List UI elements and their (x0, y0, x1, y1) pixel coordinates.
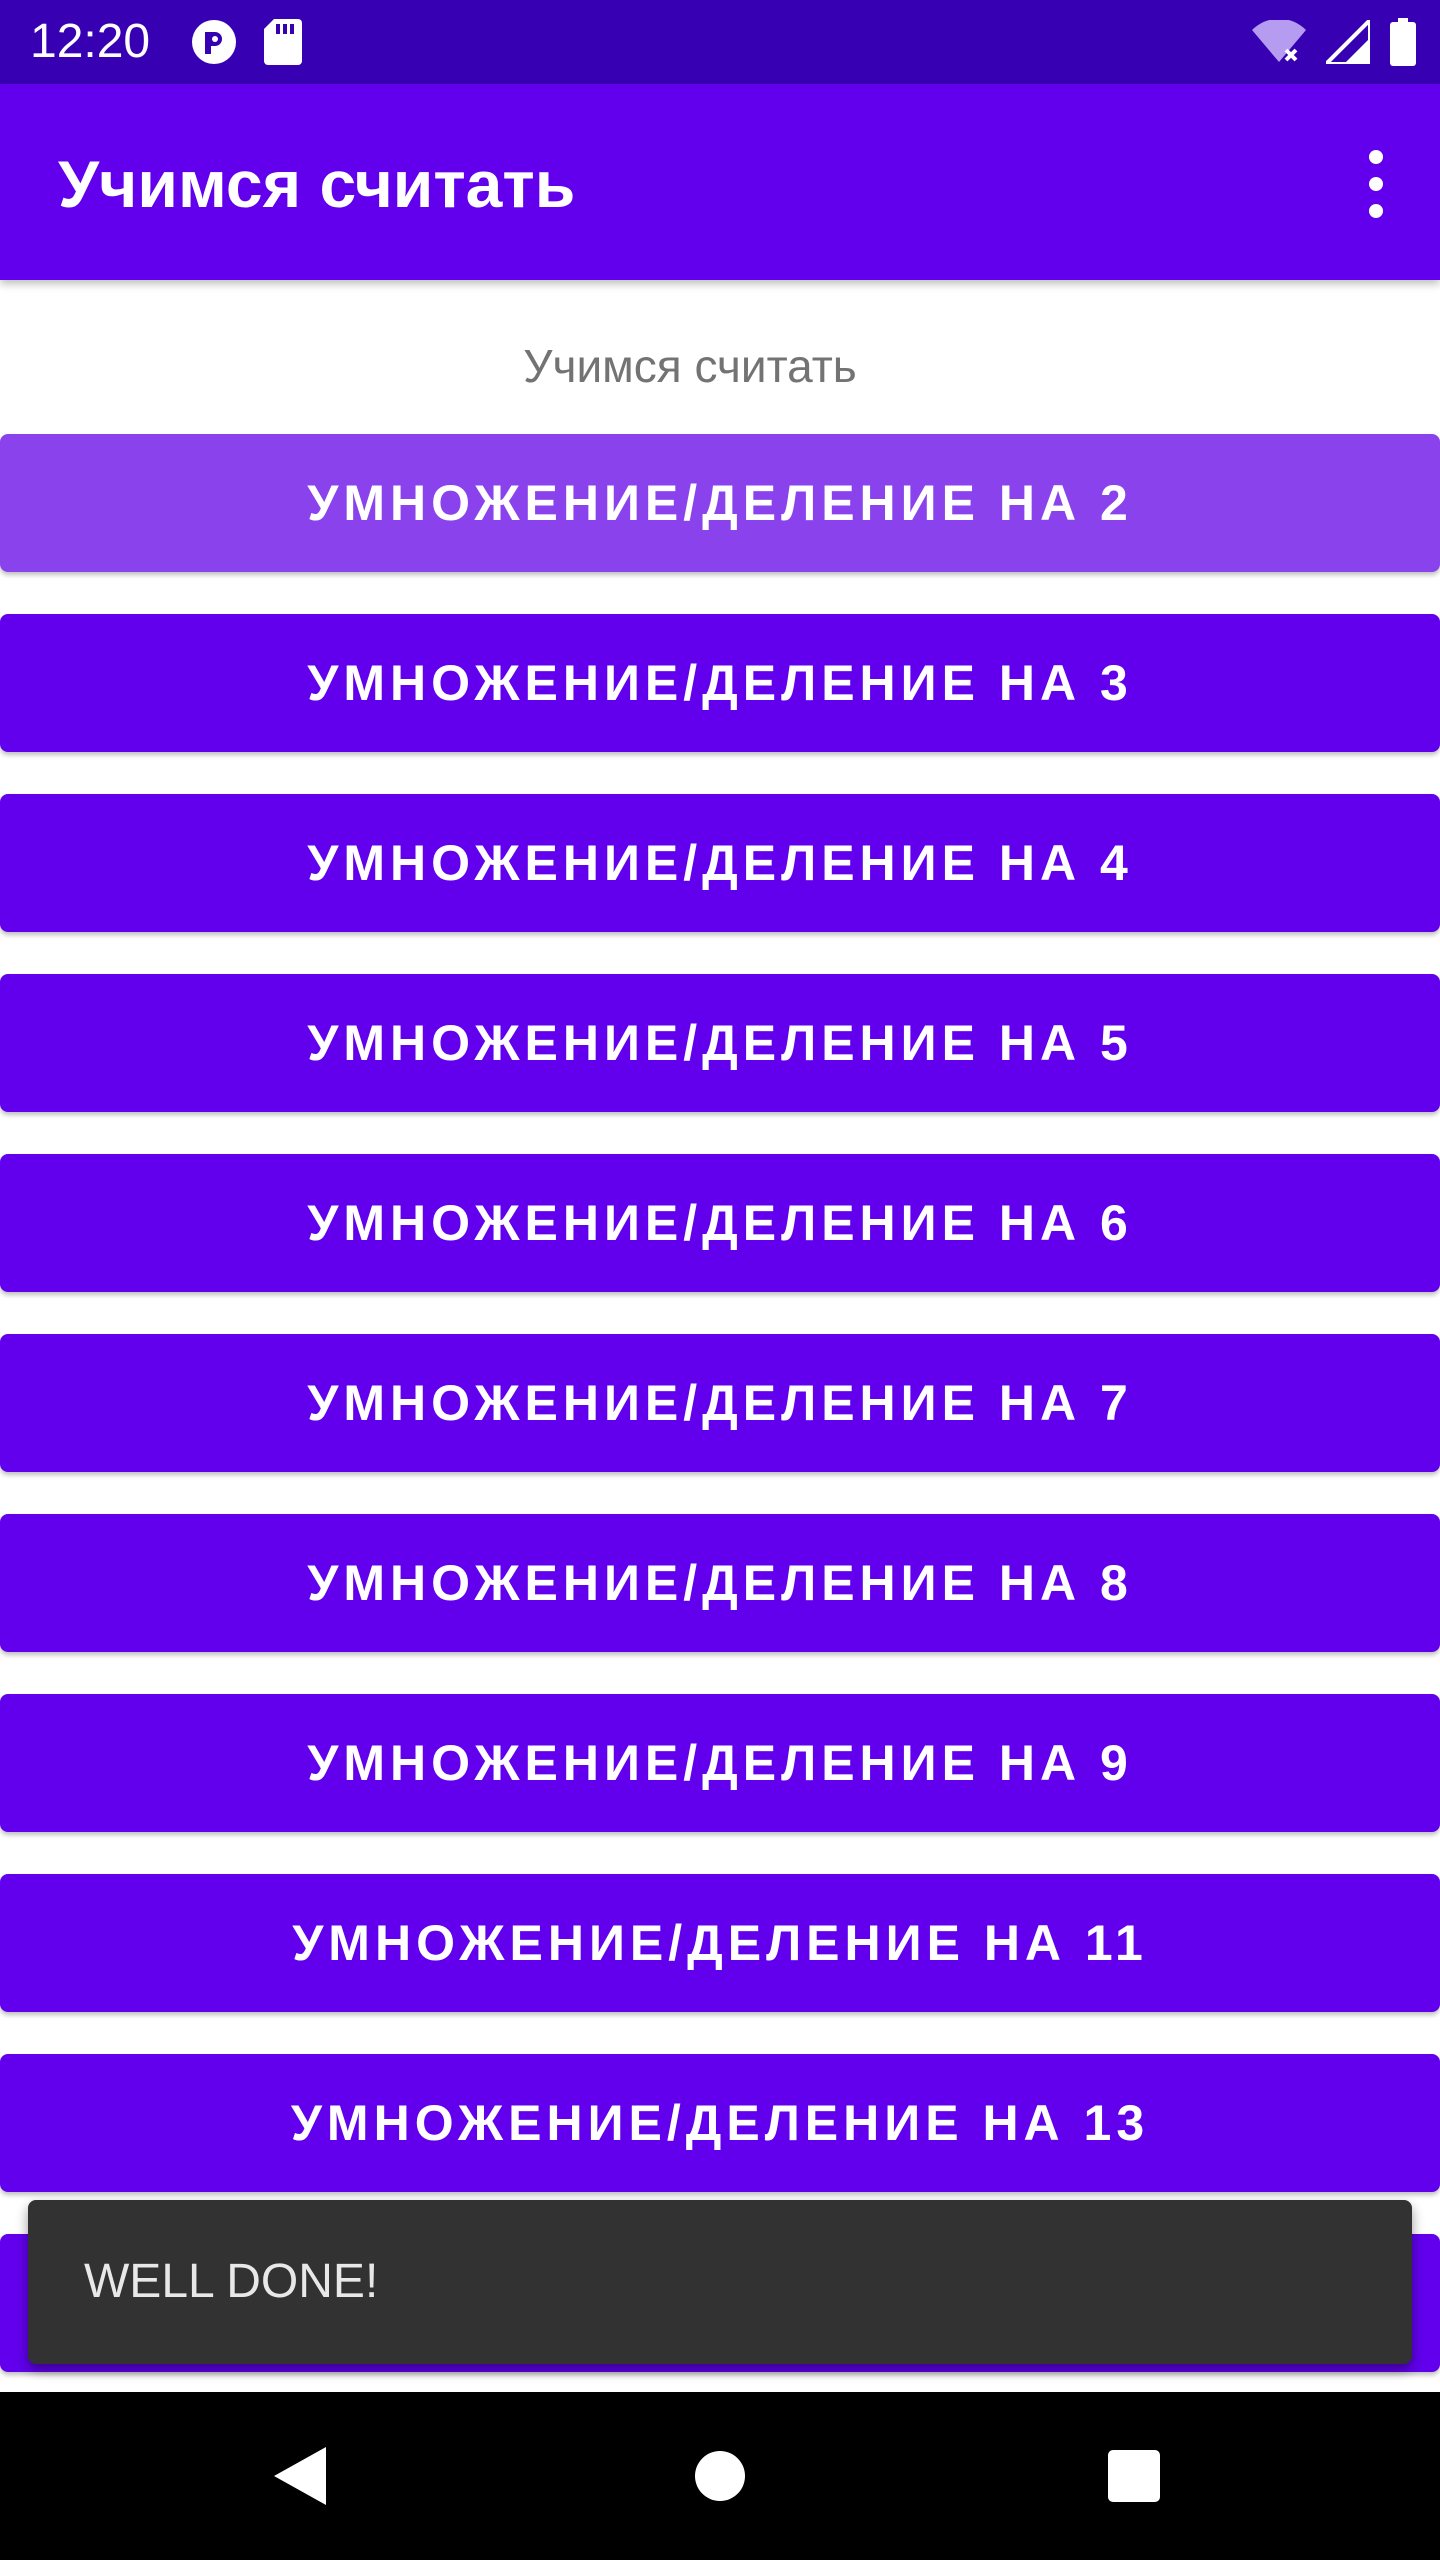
multiply-divide-6-button[interactable]: УМНОЖЕНИЕ/ДЕЛЕНИЕ НА 6 (0, 1154, 1440, 1292)
sd-card-icon (264, 19, 302, 70)
more-vert-icon[interactable] (1352, 150, 1400, 218)
status-right-icons (1252, 15, 1416, 71)
status-left-icons (190, 18, 302, 71)
status-bar: 12:20 (0, 0, 1440, 84)
sync-icon (190, 18, 238, 71)
multiply-divide-4-button[interactable]: УМНОЖЕНИЕ/ДЕЛЕНИЕ НА 4 (0, 794, 1440, 932)
multiply-divide-7-button[interactable]: УМНОЖЕНИЕ/ДЕЛЕНИЕ НА 7 (0, 1334, 1440, 1472)
page-subtitle: Учимся считать (523, 340, 857, 392)
back-icon[interactable] (220, 2392, 380, 2560)
status-time: 12:20 (30, 15, 151, 68)
menu-dot (1369, 177, 1383, 191)
app-title: Учимся считать (58, 147, 576, 221)
multiply-divide-9-button[interactable]: УМНОЖЕНИЕ/ДЕЛЕНИЕ НА 9 (0, 1694, 1440, 1832)
menu-dot (1369, 204, 1383, 218)
snackbar: WELL DONE! (28, 2200, 1412, 2364)
snackbar-message: WELL DONE! (84, 2255, 379, 2308)
multiply-divide-3-button[interactable]: УМНОЖЕНИЕ/ДЕЛЕНИЕ НА 3 (0, 614, 1440, 752)
navigation-bar (0, 2392, 1440, 2560)
multiply-divide-13-button[interactable]: УМНОЖЕНИЕ/ДЕЛЕНИЕ НА 13 (0, 2054, 1440, 2192)
multiply-divide-8-button[interactable]: УМНОЖЕНИЕ/ДЕЛЕНИЕ НА 8 (0, 1514, 1440, 1652)
signal-icon (1321, 15, 1372, 69)
battery-icon (1390, 18, 1416, 71)
wifi-icon (1252, 18, 1306, 69)
recents-icon[interactable] (1054, 2392, 1214, 2560)
menu-dot (1369, 150, 1383, 164)
multiply-divide-2-button[interactable]: УМНОЖЕНИЕ/ДЕЛЕНИЕ НА 2 (0, 434, 1440, 572)
home-icon[interactable] (640, 2392, 800, 2560)
multiply-divide-11-button[interactable]: УМНОЖЕНИЕ/ДЕЛЕНИЕ НА 11 (0, 1874, 1440, 2012)
app-bar: Учимся считать (0, 84, 1440, 280)
multiply-divide-5-button[interactable]: УМНОЖЕНИЕ/ДЕЛЕНИЕ НА 5 (0, 974, 1440, 1112)
